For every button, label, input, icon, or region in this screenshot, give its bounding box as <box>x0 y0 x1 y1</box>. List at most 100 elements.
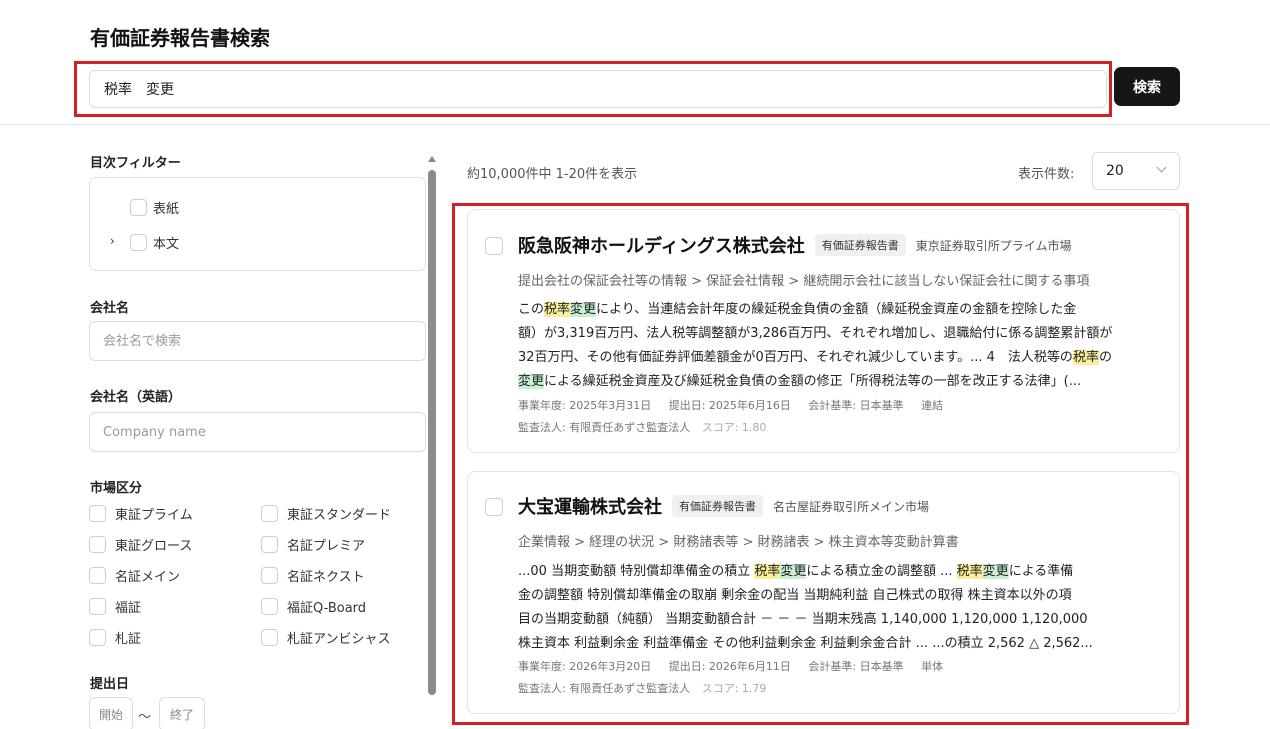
snippet-text: 金の調整額 特別償却準備金の取崩 剰余金の配当 当期純利益 自己株式の取得 株主… <box>518 588 1072 603</box>
checkbox[interactable] <box>261 505 278 522</box>
sidebar-scroll-thumb[interactable] <box>428 170 436 695</box>
highlight-term: 税率 <box>754 564 781 579</box>
checkbox[interactable] <box>89 598 106 615</box>
section-breadcrumb: 提出会社の保証会社等の情報 > 保証会社情報 > 継続開示会社に該当しない保証会… <box>518 274 1090 289</box>
toc-item-cover[interactable]: 表紙 <box>130 198 179 217</box>
company-name[interactable]: 大宝運輸株式会社 <box>518 493 662 519</box>
highlight-term: 税率 <box>956 564 983 579</box>
scroll-up-arrow-icon[interactable] <box>428 156 436 162</box>
snippet-text: ...00 当期変動額 特別償却準備金の積立 <box>518 564 755 579</box>
market-option[interactable]: 札証 <box>89 628 141 647</box>
per-page-select[interactable]: 20 <box>1092 152 1180 190</box>
relevance-score: スコア: 1.79 <box>701 682 767 695</box>
search-button[interactable]: 検索 <box>1114 67 1180 106</box>
date-range-separator: 〜 <box>138 710 152 725</box>
company-name-input[interactable] <box>89 321 426 361</box>
market-option-label: 東証グロース <box>115 539 193 554</box>
snippet-text: この <box>518 302 545 317</box>
snippet-line: 金の調整額 特別償却準備金の取崩 剰余金の配当 当期純利益 自己株式の取得 株主… <box>518 584 1166 608</box>
snippet-text: による準備 <box>1008 564 1074 579</box>
result-meta-2: 監査法人: 有限責任あずさ監査法人 スコア: 1.80 <box>518 419 780 435</box>
snippet-line: 32百万円、その他有価証券評価差額金が0百万円、それぞれ減少しています。... … <box>518 346 1166 370</box>
checkbox[interactable] <box>130 234 147 251</box>
filing-date-end-input[interactable]: 終了 <box>159 697 205 729</box>
result-checkbox[interactable] <box>485 237 503 255</box>
market-option-label: 東証スタンダード <box>287 508 392 523</box>
market-option-label: 札証 <box>115 632 142 647</box>
doc-type-badge: 有価証券報告書 <box>672 495 763 517</box>
auditor: 監査法人: 有限責任あずさ監査法人 <box>518 421 691 434</box>
highlight-term: 変更 <box>570 302 597 317</box>
snippet-line: 株主資本 利益剰余金 利益準備金 その他利益剰余金 利益剰余金合計 ... ..… <box>518 632 1166 656</box>
chevron-down-icon <box>1156 162 1167 173</box>
result-meta: 事業年度: 2025年3月31日 提出日: 2025年6月16日 会計基準: 日… <box>518 397 957 413</box>
header-divider <box>0 124 1270 125</box>
fiscal-year: 事業年度: 2026年3月20日 <box>518 660 652 673</box>
market-option[interactable]: 名証メイン <box>89 566 180 585</box>
company-name-en-label: 会社名（英語） <box>90 390 182 405</box>
highlight-term: 変更 <box>780 564 807 579</box>
market-option[interactable]: 福証Q-Board <box>261 597 366 616</box>
market-option-label: 福証Q-Board <box>287 601 367 616</box>
checkbox[interactable] <box>261 536 278 553</box>
market-option-label: 名証プレミア <box>287 539 366 554</box>
chevron-right-icon[interactable]: › <box>110 234 115 248</box>
auditor: 監査法人: 有限責任あずさ監査法人 <box>518 682 691 695</box>
result-checkbox[interactable] <box>485 498 503 516</box>
page-title: 有価証券報告書検索 <box>90 26 270 50</box>
consolidation-type: 単体 <box>921 660 944 673</box>
consolidation-type: 連結 <box>921 399 944 412</box>
market-option[interactable]: 東証スタンダード <box>261 504 391 523</box>
snippet-text: 株主資本 利益剰余金 利益準備金 その他利益剰余金 利益剰余金合計 ... ..… <box>518 636 1093 651</box>
result-meta-2: 監査法人: 有限責任あずさ監査法人 スコア: 1.79 <box>518 680 780 696</box>
checkbox[interactable] <box>130 199 147 216</box>
search-highlight-frame <box>74 61 1112 117</box>
result-card[interactable]: 阪急阪神ホールディングス株式会社 有価証券報告書 東京証券取引所プライム市場 提… <box>467 209 1180 453</box>
result-snippet: この税率変更により、当連結会計年度の繰延税金負債の金額（繰延税金資産の金額を控除… <box>518 298 1166 394</box>
result-count: 約10,000件中 1-20件を表示 <box>467 167 638 182</box>
doc-type-badge: 有価証券報告書 <box>814 234 906 256</box>
fiscal-year: 事業年度: 2025年3月31日 <box>518 399 652 412</box>
company-name[interactable]: 阪急阪神ホールディングス株式会社 <box>518 232 805 258</box>
market-option-label: 福証 <box>115 601 142 616</box>
market-option[interactable]: 名証プレミア <box>261 535 365 554</box>
checkbox[interactable] <box>89 567 106 584</box>
exchange-label: 名古屋証券取引所メイン市場 <box>773 499 930 514</box>
market-option[interactable]: 名証ネクスト <box>261 566 365 585</box>
market-label: 市場区分 <box>90 481 143 496</box>
search-input[interactable] <box>89 70 1107 108</box>
accounting-standard: 会計基準: 日本基準 <box>808 660 904 673</box>
market-option[interactable]: 東証プライム <box>89 504 193 523</box>
checkbox[interactable] <box>261 567 278 584</box>
market-option[interactable]: 東証グロース <box>89 535 192 554</box>
per-page-value: 20 <box>1106 163 1124 179</box>
market-option[interactable]: 札証アンビシャス <box>261 628 390 647</box>
relevance-score: スコア: 1.80 <box>701 421 767 434</box>
company-name-label: 会社名 <box>90 301 130 316</box>
per-page-label: 表示件数: <box>1018 167 1075 182</box>
filing-date: 提出日: 2026年6月11日 <box>668 660 791 673</box>
company-name-en-input[interactable] <box>89 412 426 452</box>
toc-item-label: 表紙 <box>153 202 180 217</box>
snippet-line: 額）が3,319百万円、法人税等調整額が3,286百万円、それぞれ増加し、退職給… <box>518 322 1166 346</box>
toc-filter-box: 表紙 › 本文 <box>89 177 426 271</box>
filing-date-start-input[interactable]: 開始 <box>89 697 133 729</box>
snippet-text: 32百万円、その他有価証券評価差額金が0百万円、それぞれ減少しています。... … <box>518 350 1073 365</box>
snippet-text: により、当連結会計年度の繰延税金負債の金額（繰延税金資産の金額を控除した金 <box>596 302 1077 317</box>
toc-item-main[interactable]: 本文 <box>130 233 179 252</box>
result-meta: 事業年度: 2026年3月20日 提出日: 2026年6月11日 会計基準: 日… <box>518 658 957 674</box>
checkbox[interactable] <box>89 629 106 646</box>
result-card[interactable]: 大宝運輸株式会社 有価証券報告書 名古屋証券取引所メイン市場 企業情報 > 経理… <box>467 471 1180 714</box>
checkbox[interactable] <box>261 598 278 615</box>
market-option[interactable]: 福証 <box>89 597 141 616</box>
snippet-text: の <box>1098 350 1112 365</box>
section-breadcrumb: 企業情報 > 経理の状況 > 財務諸表等 > 財務諸表 > 株主資本等変動計算書 <box>518 535 959 550</box>
filing-date-label: 提出日 <box>90 677 130 692</box>
snippet-line: 変更による繰延税金資産及び繰延税金負債の金額の修正「所得税法等の一部を改正する法… <box>518 370 1166 394</box>
checkbox[interactable] <box>89 505 106 522</box>
market-option-label: 東証プライム <box>115 508 193 523</box>
checkbox[interactable] <box>89 536 106 553</box>
market-option-label: 名証ネクスト <box>287 570 365 585</box>
checkbox[interactable] <box>261 629 278 646</box>
snippet-text: 目の当期変動額（純額） 当期変動額合計 － － － 当期末残高 1,140,00… <box>518 612 1088 627</box>
